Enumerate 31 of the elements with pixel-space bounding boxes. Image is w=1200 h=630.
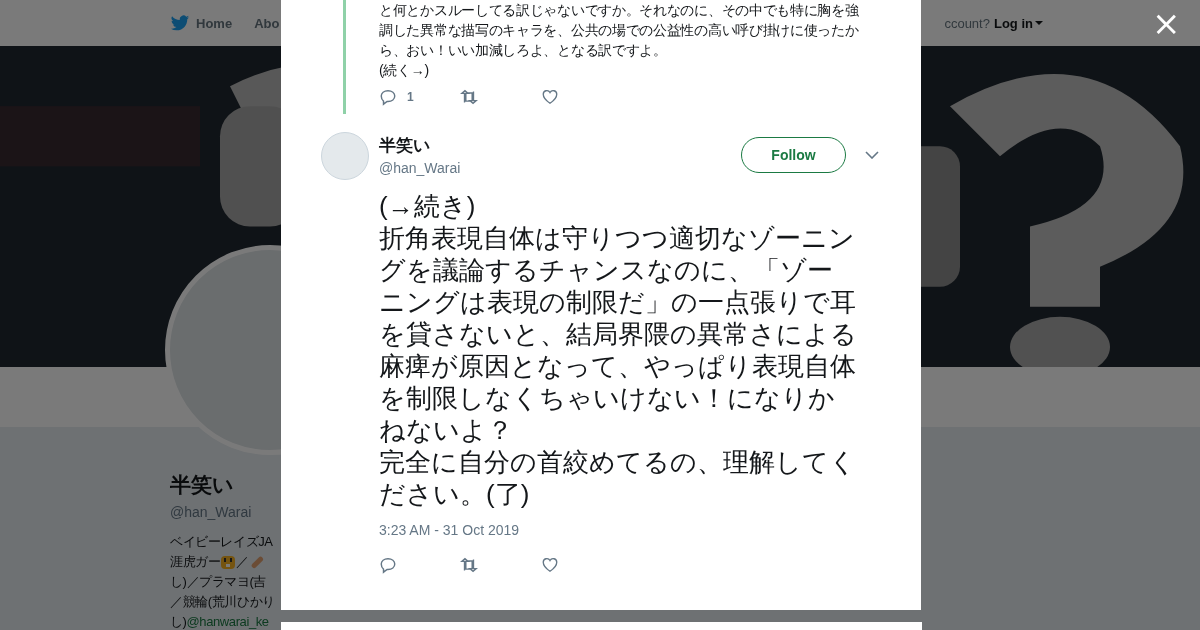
follow-button[interactable]: Follow [741,137,846,173]
profile-name: 半笑い [170,472,234,498]
account-prompt: ccount? [944,15,990,31]
tweet-text: と何とかスルーしてる訳じゃないですか。それなのに、その中でも特に胸を強 調した異常な描写のキャラを、公共の場での公益性の高い呼び掛けに使ったか ら、おい！いい加減しろよ、となる訳ですよ。 (続く→) [379,1,860,80]
chevron-icon[interactable] [865,151,879,159]
home-link[interactable]: Home [170,14,233,32]
bio-text: ／ [236,553,249,571]
close-button[interactable]: × [1152,6,1181,40]
tweet-text: (→続き) 折角表現自体は守りつつ適切なゾーニングを議論するチャンスなのに、「ゾーニングは表現の制限だ」の一点張りで耳を貸さないと、結局界隈の異常さによる麻痺が原因となって、やっぱり表現自体を制限しなくちゃいけない！になりかねないよ？ 完全に自分の首絞めてるの、理解してください。(了) [379,190,858,510]
login-link[interactable]: Log in [993,15,1043,31]
retweet-icon [460,88,478,106]
user-name[interactable]: 半笑い [379,134,741,157]
bio-text: ベイビーレイズJA [170,533,273,551]
retweet-icon [460,556,478,574]
user-handle[interactable]: @han_Warai [379,160,741,176]
profile-handle: @han_Warai [170,504,252,520]
reply-icon [379,556,397,574]
reply-button[interactable]: 1 [379,88,460,106]
reply-icon [379,88,397,106]
heart-icon [541,556,559,574]
bio-link[interactable]: @hanwarai_ke [186,612,269,630]
bio-text: 涯虎ガー [170,553,221,571]
tiger-icon [220,554,237,570]
nav-link[interactable]: Abo [254,15,280,31]
heart-icon [541,88,559,106]
bio-text: し)／プラマヨ(吉 [170,573,267,591]
bio-text: ／競輪(荒川ひかり [170,593,275,611]
timestamp[interactable]: 3:23 AM - 31 Oct 2019 [379,522,881,538]
bird-icon [170,14,190,32]
caret-icon [1034,21,1043,25]
bio-text: し) [170,613,187,630]
